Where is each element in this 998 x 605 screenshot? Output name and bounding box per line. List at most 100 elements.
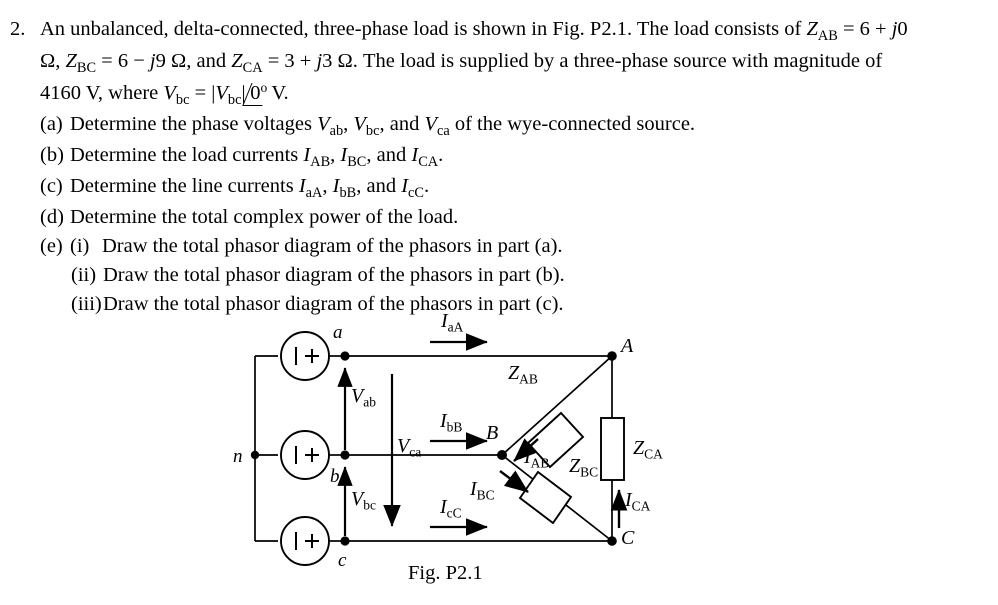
node-b-dot	[340, 450, 350, 460]
node-n-dot	[250, 450, 260, 460]
label-node-B: B	[486, 422, 498, 444]
part-b-text-2: .	[438, 144, 444, 166]
label-vca: Vca	[397, 435, 421, 460]
label-icC: IcC	[439, 496, 462, 521]
part-d: (d) Determine the total complex power of …	[40, 203, 998, 232]
part-e-i-tag: (i)	[70, 235, 90, 257]
vbc-symbol-2: V	[215, 82, 228, 104]
part-b-i2-sub: BC	[347, 153, 367, 170]
label-zAB-sub: AB	[519, 372, 538, 387]
vbc-equals: = |	[189, 82, 216, 104]
label-vab: Vab	[351, 385, 376, 410]
part-c-sep-1: ,	[322, 175, 333, 197]
problem-line-1: An unbalanced, delta-connected, three-ph…	[40, 14, 998, 46]
label-zCA-sub: CA	[644, 447, 663, 462]
label-zAB: ZAB	[508, 362, 538, 387]
z-ca-value: 3 Ω. The load is supplied by a three-pha…	[322, 50, 883, 72]
node-a-dot	[340, 351, 350, 361]
part-a-tag: (a)	[40, 113, 63, 135]
label-node-a: a	[333, 322, 343, 343]
part-e-i-text: Draw the total phasor diagram of the pha…	[102, 235, 563, 257]
label-node-c: c	[338, 550, 347, 571]
part-a-text-1: Determine the phase voltages	[70, 113, 318, 135]
part-a: (a) Determine the phase voltages Vab, Vbc…	[40, 110, 998, 141]
part-b-sep-2: , and	[366, 144, 412, 166]
part-d-text: Determine the total complex power of the…	[70, 206, 459, 228]
part-c-tag: (c)	[40, 175, 63, 197]
degree-symbol: o	[260, 79, 267, 95]
node-C-dot	[607, 536, 617, 546]
part-c-i3: I	[401, 175, 409, 197]
z-bc-value: 9 Ω, and	[155, 50, 232, 72]
problem-line-1-text: An unbalanced, delta-connected, three-ph…	[40, 18, 807, 40]
part-b-sep-1: ,	[330, 144, 341, 166]
iBC-arrow	[499, 470, 529, 493]
node-A-dot	[607, 351, 617, 361]
source-magnitude-text: 4160 V, where	[40, 82, 164, 104]
label-iBC: IBC	[469, 478, 495, 503]
node-B-dot	[497, 450, 507, 460]
part-a-v1-sub: ab	[329, 122, 344, 139]
part-e-ii-text: Draw the total phasor diagram of the pha…	[103, 264, 565, 286]
label-node-b: b	[330, 466, 340, 487]
label-vab-sub: ab	[363, 395, 376, 410]
z-ab-symbol: Z	[806, 18, 818, 40]
label-ibB: IbB	[439, 410, 462, 435]
part-b-i1-sub: AB	[310, 153, 331, 170]
label-vbc-sub: bc	[363, 498, 376, 513]
part-c-sep-2: , and	[356, 175, 402, 197]
label-iCA-sub: CA	[632, 499, 651, 514]
part-a-v1: V	[317, 113, 330, 135]
vbc-subscript-2: bc	[227, 91, 242, 108]
part-b-text-1: Determine the load currents	[70, 144, 304, 166]
z-bc-box	[518, 470, 573, 525]
label-zBC: ZBC	[569, 455, 598, 480]
z-bc-equals: = 6 −	[96, 50, 150, 72]
label-vca-sub: ca	[409, 445, 421, 460]
part-a-v2-sub: bc	[365, 122, 380, 139]
z-ca-symbol: Z	[231, 50, 243, 72]
part-b-i3-sub: CA	[418, 153, 439, 170]
figure-caption: Fig. P2.1	[408, 562, 483, 584]
part-c-i2-sub: bB	[339, 184, 357, 201]
circuit-figure: a b c n A B C Vab Vca Vbc IaA IbB IcC ZA…	[0, 300, 998, 605]
part-a-v3-sub: ca	[436, 122, 450, 139]
node-c-dot	[340, 536, 350, 546]
label-iaA: IaA	[440, 310, 464, 335]
problem-line-2: Ω, ZBC = 6 − j9 Ω, and ZCA = 3 + j3 Ω. T…	[40, 46, 998, 78]
problem-number: 2.	[10, 18, 26, 40]
z-ab-imag-value: 0	[897, 18, 908, 40]
label-node-A: A	[619, 335, 634, 357]
label-iaA-sub: aA	[448, 320, 464, 335]
part-d-tag: (d)	[40, 206, 64, 228]
part-c-i1: I	[298, 175, 306, 197]
part-c-i3-sub: cC	[408, 184, 424, 201]
label-zCA: ZCA	[633, 437, 663, 462]
vbc-subscript-1: bc	[175, 91, 190, 108]
part-a-sep-1: ,	[343, 113, 354, 135]
z-ca-equals: = 3 +	[262, 50, 317, 72]
transmission-lines	[345, 355, 612, 542]
label-iCA: ICA	[624, 489, 651, 514]
part-a-v3: V	[424, 113, 437, 135]
circuit-svg: a b c n A B C Vab Vca Vbc IaA IbB IcC ZA…	[233, 310, 663, 571]
part-e-item-ii: (ii) Draw the total phasor diagram of the…	[71, 261, 998, 290]
problem-line-3: 4160 V, where Vbc = |Vbc| 0o V.	[40, 78, 998, 110]
angle-notation: 0o	[242, 79, 272, 106]
part-a-sep-2: , and	[379, 113, 425, 135]
label-node-n: n	[233, 446, 243, 467]
label-vbc: Vbc	[351, 488, 376, 513]
label-iBC-sub: BC	[477, 488, 495, 503]
label-node-C: C	[621, 527, 635, 549]
z-ca-subscript: CA	[242, 59, 263, 76]
part-e-tag: (e)	[40, 235, 63, 257]
part-c-text-1: Determine the line currents	[70, 175, 299, 197]
part-a-text-2: of the wye-connected source.	[449, 113, 696, 135]
label-zBC-sub: BC	[580, 465, 598, 480]
ohm-and-comma: Ω,	[40, 50, 66, 72]
z-ca-box	[600, 417, 625, 481]
part-c-i1-sub: aA	[305, 184, 323, 201]
part-b-tag: (b)	[40, 144, 64, 166]
source-c	[280, 516, 345, 566]
part-c-text-2: .	[423, 175, 430, 197]
